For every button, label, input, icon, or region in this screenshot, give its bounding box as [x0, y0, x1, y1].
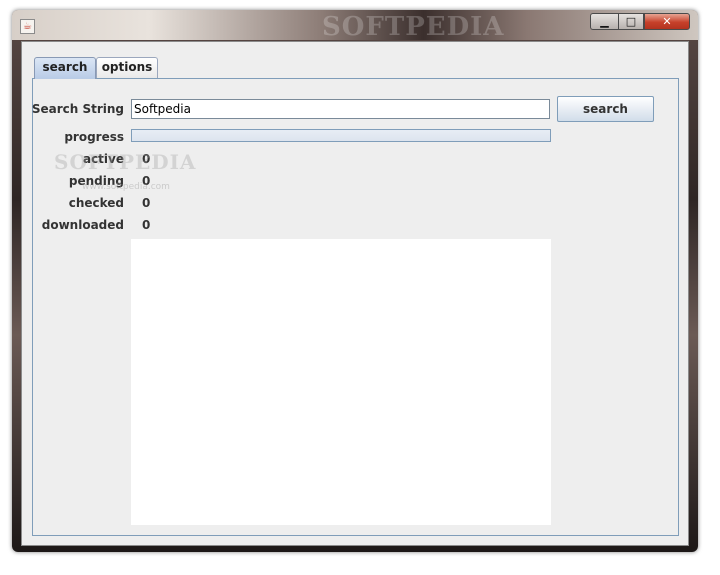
title-watermark: SOFTPEDIA [322, 12, 505, 42]
checked-label: checked [68, 196, 124, 210]
minimize-button[interactable]: ▁ [590, 13, 618, 30]
downloaded-label: downloaded [41, 218, 124, 232]
downloaded-value: 0 [142, 218, 151, 232]
client-area: search options Search String search prog… [21, 41, 689, 546]
close-button[interactable]: ✕ [644, 13, 690, 30]
search-string-label: Search String [31, 102, 124, 116]
search-button[interactable]: search [557, 96, 654, 122]
search-input[interactable] [131, 99, 550, 119]
progress-bar [131, 129, 551, 142]
checked-value: 0 [142, 196, 151, 210]
results-list[interactable] [131, 239, 551, 525]
java-icon[interactable]: ☕ [20, 19, 35, 34]
progress-label: progress [64, 130, 124, 144]
title-bar[interactable]: ☕ SOFTPEDIA ▁ □ ✕ [12, 10, 698, 42]
tab-options[interactable]: options [96, 57, 158, 78]
tab-search[interactable]: search [34, 57, 96, 79]
app-window: ☕ SOFTPEDIA ▁ □ ✕ search options Search … [12, 10, 698, 552]
softpedia-watermark-logo: SOFTPEDIA [54, 150, 197, 174]
maximize-button[interactable]: □ [618, 13, 644, 30]
softpedia-watermark-url: www.softpedia.com [82, 182, 170, 192]
